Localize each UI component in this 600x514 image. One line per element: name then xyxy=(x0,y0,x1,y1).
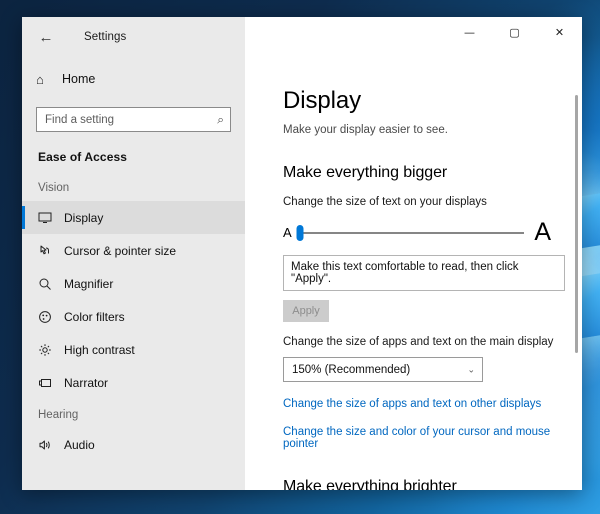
maximize-button[interactable]: ▢ xyxy=(492,17,537,47)
sidebar-item-label: Display xyxy=(64,210,104,225)
slider-thumb[interactable] xyxy=(296,224,304,241)
window-body: ⌂ Home ⌕ Ease of Access Vision xyxy=(22,57,582,490)
slider-track xyxy=(299,231,525,234)
small-a-label: A xyxy=(283,225,292,240)
monitor-icon xyxy=(38,211,64,225)
magnifier-icon-svg xyxy=(39,278,51,290)
title-bar: ← Settings — ▢ ✕ xyxy=(22,17,582,57)
apply-button[interactable]: Apply xyxy=(283,300,329,322)
sidebar-item-label: Magnifier xyxy=(64,276,114,291)
cursor-pointer-icon xyxy=(38,244,64,258)
text-size-slider-row: A A xyxy=(283,220,551,245)
home-icon: ⌂ xyxy=(36,71,44,87)
sidebar-item-audio[interactable]: Audio xyxy=(22,428,245,461)
narrator-icon-svg xyxy=(39,378,51,387)
close-button[interactable]: ✕ xyxy=(537,17,582,47)
sidebar-item-label: High contrast xyxy=(64,342,135,357)
sidebar-group-header: Vision xyxy=(38,182,70,194)
large-a-label: A xyxy=(534,218,551,246)
sidebar-item-label: Color filters xyxy=(64,309,125,324)
sun-contrast-icon-svg xyxy=(39,343,51,356)
link-other-displays[interactable]: Change the size of apps and text on othe… xyxy=(283,398,541,410)
page-subtitle: Make your display easier to see. xyxy=(283,124,448,136)
sidebar-item-home[interactable]: ⌂ Home xyxy=(22,61,245,97)
sidebar-item-label: Narrator xyxy=(64,375,109,390)
sidebar-item-magnifier[interactable]: Magnifier xyxy=(22,267,245,300)
text-size-slider[interactable] xyxy=(296,224,525,242)
sample-text-preview: Make this text comfortable to read, then… xyxy=(283,255,565,291)
settings-window: ← Settings — ▢ ✕ ⌂ Home ⌕ xyxy=(22,17,582,490)
sidebar-item-label: Cursor & pointer size xyxy=(64,243,177,258)
sidebar-item-high-contrast[interactable]: High contrast xyxy=(22,333,245,366)
scale-label: Change the size of apps and text on the … xyxy=(283,336,554,348)
color-palette-icon-svg xyxy=(39,310,51,323)
magnifier-icon xyxy=(38,277,64,291)
speaker-icon-svg xyxy=(39,440,50,449)
content-area: Display Make your display easier to see.… xyxy=(245,57,582,490)
sidebar-category-title: Ease of Access xyxy=(38,150,128,164)
section-heading-bigger: Make everything bigger xyxy=(283,164,448,181)
window-controls: — ▢ ✕ xyxy=(245,17,582,57)
back-arrow-icon: ← xyxy=(38,28,54,46)
sidebar-group-header: Hearing xyxy=(38,409,79,421)
title-bar-left: ← Settings xyxy=(22,17,245,57)
scale-dropdown-value: 150% (Recommended) xyxy=(292,363,411,376)
speaker-icon xyxy=(38,438,64,452)
sidebar-item-label: Home xyxy=(62,72,96,86)
text-size-label: Change the size of text on your displays xyxy=(283,196,487,208)
search-container: ⌕ xyxy=(22,97,245,136)
search-box[interactable]: ⌕ xyxy=(36,107,231,132)
sidebar-item-display[interactable]: Display xyxy=(22,201,245,234)
sidebar-item-label: Audio xyxy=(64,437,95,452)
minimize-button[interactable]: — xyxy=(447,17,492,47)
monitor-icon-svg xyxy=(38,212,52,223)
sidebar-item-cursor-pointer-size[interactable]: Cursor & pointer size xyxy=(22,234,245,267)
scale-dropdown[interactable]: 150% (Recommended) xyxy=(283,357,483,382)
sun-contrast-icon xyxy=(38,343,64,357)
sidebar: ⌂ Home ⌕ Ease of Access Vision xyxy=(22,57,245,490)
sidebar-item-color-filters[interactable]: Color filters xyxy=(22,300,245,333)
search-input[interactable] xyxy=(37,108,230,131)
window-title: Settings xyxy=(84,31,127,43)
desktop-background: ← Settings — ▢ ✕ ⌂ Home ⌕ xyxy=(0,0,600,514)
section-heading-brighter: Make everything brighter xyxy=(283,478,457,490)
back-button[interactable]: ← xyxy=(26,20,66,54)
cursor-pointer-icon-svg xyxy=(40,245,49,254)
narrator-icon xyxy=(38,376,64,390)
color-palette-icon xyxy=(38,310,64,324)
page-title: Display xyxy=(283,87,361,114)
scale-select-container: 150% (Recommended) ⌄ xyxy=(283,357,483,382)
content-scrollbar[interactable] xyxy=(575,95,578,353)
link-cursor-color[interactable]: Change the size and color of your cursor… xyxy=(283,426,582,450)
sidebar-item-narrator[interactable]: Narrator xyxy=(22,366,245,399)
display-settings-panel: Display Make your display easier to see.… xyxy=(245,57,582,490)
